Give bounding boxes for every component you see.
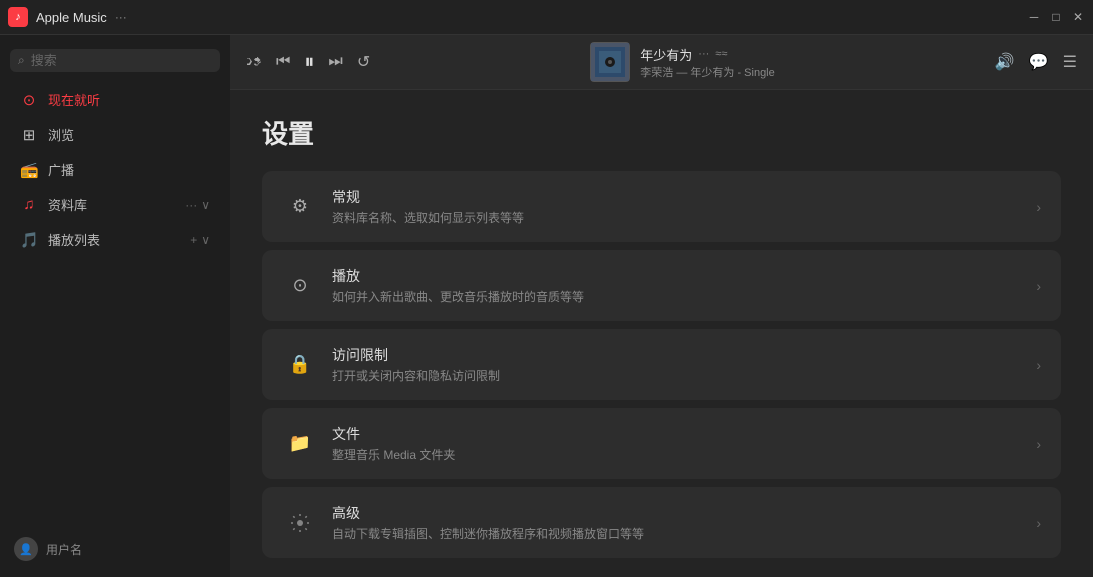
advanced-title: 高级: [332, 503, 1036, 523]
library-chevron[interactable]: ∨: [201, 198, 210, 212]
general-icon: ⚙: [282, 189, 318, 225]
library-left: ♫ 资料库: [20, 195, 87, 214]
playback-chevron: ›: [1036, 278, 1041, 294]
minimize-button[interactable]: ─: [1027, 10, 1041, 24]
track-title: 年少有为: [640, 45, 692, 64]
library-right: ··· ∨: [185, 198, 210, 212]
restrictions-subtitle: 打开或关闭内容和隐私访问限制: [332, 367, 1036, 384]
sidebar-item-label: 广播: [48, 160, 74, 179]
wave-icon: ≈≈: [715, 48, 727, 60]
radio-icon: 📻: [20, 161, 38, 179]
search-icon: ⌕: [18, 53, 25, 68]
search-input[interactable]: [31, 53, 212, 68]
settings-row-playback[interactable]: ⊙ 播放 如何并入新出歌曲、更改音乐播放时的音质等等 ›: [262, 250, 1061, 321]
sidebar-item-browse[interactable]: ⊞ 浏览: [6, 118, 224, 151]
playback-controls: ⏮ ⏸ ⏭ ↺: [246, 51, 370, 74]
restrictions-icon: 🔒: [282, 347, 318, 383]
library-dots[interactable]: ···: [185, 198, 197, 212]
playlists-plus[interactable]: +: [190, 233, 197, 247]
advanced-chevron: ›: [1036, 515, 1041, 531]
close-button[interactable]: ✕: [1071, 10, 1085, 24]
playback-subtitle: 如何并入新出歌曲、更改音乐播放时的音质等等: [332, 288, 1036, 305]
content-area: ⏮ ⏸ ⏭ ↺ 年少有为: [230, 35, 1093, 577]
maximize-button[interactable]: □: [1049, 10, 1063, 24]
advanced-subtitle: 自动下载专辑插图、控制迷你播放程序和视频播放窗口等等: [332, 525, 1036, 542]
sidebar-section-label: 资料库: [48, 195, 87, 214]
playlists-chevron[interactable]: ∨: [201, 233, 210, 247]
previous-button[interactable]: ⏮: [276, 53, 290, 71]
settings-row-restrictions[interactable]: 🔒 访问限制 打开或关闭内容和隐私访问限制 ›: [262, 329, 1061, 400]
now-playing-icon: ⊙: [20, 91, 38, 109]
restrictions-title: 访问限制: [332, 345, 1036, 365]
username: 用户名: [46, 541, 82, 558]
files-text: 文件 整理音乐 Media 文件夹: [332, 424, 1036, 463]
main-layout: ⌕ ⊙ 现在就听 ⊞ 浏览 📻 广播 ♫ 资料库 ··· ∨: [0, 35, 1093, 577]
advanced-icon: [282, 505, 318, 541]
playback-title: 播放: [332, 266, 1036, 286]
lyrics-button[interactable]: 💬: [1029, 52, 1049, 72]
sidebar-item-radio[interactable]: 📻 广播: [6, 153, 224, 186]
general-subtitle: 资料库名称、选取如何显示列表等等: [332, 209, 1036, 226]
restrictions-text: 访问限制 打开或关闭内容和隐私访问限制: [332, 345, 1036, 384]
app-title: Apple Music: [36, 10, 107, 25]
restrictions-chevron: ›: [1036, 357, 1041, 373]
now-playing-center: 年少有为 ··· ≈≈ 李荣浩 — 年少有为 - Single: [590, 42, 774, 82]
files-icon: 📁: [282, 426, 318, 462]
settings-row-general[interactable]: ⚙ 常规 资料库名称、选取如何显示列表等等 ›: [262, 171, 1061, 242]
advanced-text: 高级 自动下载专辑插图、控制迷你播放程序和视频播放窗口等等: [332, 503, 1036, 542]
playlists-left: 🎵 播放列表: [20, 230, 100, 249]
general-title: 常规: [332, 187, 1036, 207]
album-art: [590, 42, 630, 82]
avatar[interactable]: 👤: [14, 537, 38, 561]
queue-button[interactable]: ☰: [1063, 52, 1077, 72]
search-bar[interactable]: ⌕: [10, 49, 220, 72]
sidebar-section-label: 播放列表: [48, 230, 100, 249]
now-playing-right: 🔊 💬 ☰: [995, 52, 1077, 72]
settings-content: 设置 ⚙ 常规 资料库名称、选取如何显示列表等等 › ⊙ 播放 如何并入新出歌曲…: [230, 90, 1093, 577]
playlists-right: + ∨: [190, 233, 210, 247]
files-title: 文件: [332, 424, 1036, 444]
sidebar-item-now-playing[interactable]: ⊙ 现在就听: [6, 83, 224, 116]
settings-row-files[interactable]: 📁 文件 整理音乐 Media 文件夹 ›: [262, 408, 1061, 479]
now-playing-bar: ⏮ ⏸ ⏭ ↺ 年少有为: [230, 35, 1093, 90]
window-controls: ─ □ ✕: [1027, 10, 1085, 24]
sidebar-item-library[interactable]: ♫ 资料库 ··· ∨: [6, 188, 224, 221]
play-pause-button[interactable]: ⏸: [304, 51, 314, 74]
track-info: 年少有为 ··· ≈≈ 李荣浩 — 年少有为 - Single: [640, 45, 774, 80]
sidebar-item-playlists[interactable]: 🎵 播放列表 + ∨: [6, 223, 224, 256]
general-text: 常规 资料库名称、选取如何显示列表等等: [332, 187, 1036, 226]
browse-icon: ⊞: [20, 126, 38, 144]
settings-row-advanced[interactable]: 高级 自动下载专辑插图、控制迷你播放程序和视频播放窗口等等 ›: [262, 487, 1061, 558]
track-artist: 李荣浩 — 年少有为 - Single: [640, 64, 774, 80]
files-subtitle: 整理音乐 Media 文件夹: [332, 446, 1036, 463]
repeat-button[interactable]: ↺: [357, 52, 370, 72]
playback-text: 播放 如何并入新出歌曲、更改音乐播放时的音质等等: [332, 266, 1036, 305]
volume-button[interactable]: 🔊: [995, 52, 1015, 72]
playback-icon: ⊙: [282, 268, 318, 304]
sidebar: ⌕ ⊙ 现在就听 ⊞ 浏览 📻 广播 ♫ 资料库 ··· ∨: [0, 35, 230, 577]
settings-title: 设置: [262, 114, 1061, 151]
next-button[interactable]: ⏭: [328, 53, 342, 71]
track-dots: ···: [698, 48, 709, 60]
playlists-icon: 🎵: [20, 231, 38, 249]
shuffle-button[interactable]: [246, 54, 262, 70]
app-icon: ♪: [8, 7, 28, 27]
files-chevron: ›: [1036, 436, 1041, 452]
general-chevron: ›: [1036, 199, 1041, 215]
sidebar-bottom: 👤 用户名: [0, 529, 230, 569]
title-bar-menu-dots[interactable]: ···: [115, 10, 127, 24]
library-icon: ♫: [20, 196, 38, 213]
sidebar-item-label: 浏览: [48, 125, 74, 144]
title-bar-left: ♪ Apple Music ···: [8, 7, 127, 27]
title-bar: ♪ Apple Music ··· ─ □ ✕: [0, 0, 1093, 35]
sidebar-item-label: 现在就听: [48, 90, 100, 109]
